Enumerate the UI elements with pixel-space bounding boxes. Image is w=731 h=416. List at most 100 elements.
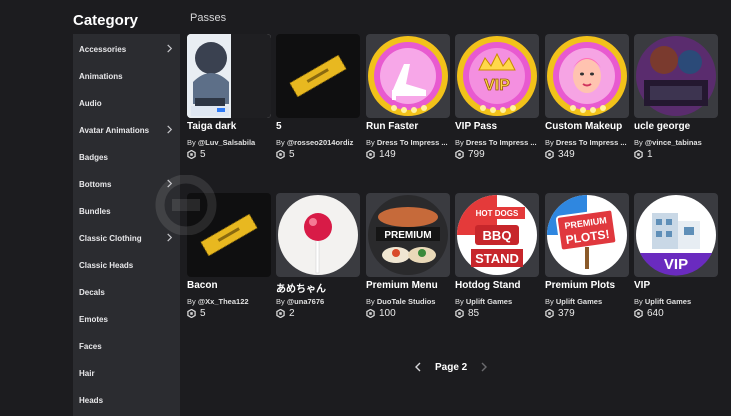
vip-house-badge: VIP [634, 193, 718, 277]
sidebar-item-label: Bottoms [79, 179, 112, 189]
item-card: ucle george By @vince_tabinas 1 [634, 34, 718, 160]
creator-name[interactable]: DuoTale Studios [377, 297, 436, 306]
sidebar-item-audio[interactable]: Audio [73, 90, 180, 116]
item-name[interactable]: Taiga dark [187, 121, 275, 132]
item-card: Taiga dark By @Luv_Salsabila 5 [187, 34, 271, 160]
lollipop-image [276, 193, 360, 277]
yellow-ticket-image [187, 193, 271, 277]
creator-name[interactable]: Dress To Impress ... [377, 138, 448, 147]
sidebar-item-classic-clothing[interactable]: Classic Clothing [73, 225, 180, 251]
by-label: By [545, 138, 554, 147]
item-creator[interactable]: By Dress To Impress ... [545, 138, 633, 147]
price-value: 1 [647, 149, 653, 160]
item-card: VIP VIP By Uplift Games 640 [634, 193, 718, 319]
chevron-right-icon[interactable] [479, 361, 489, 373]
item-thumbnail[interactable] [634, 34, 718, 118]
sidebar-item-accessories[interactable]: Accessories [73, 36, 180, 62]
item-creator[interactable]: By @Luv_Salsabila [187, 138, 275, 147]
item-thumbnail[interactable] [276, 193, 360, 277]
sidebar-item-decals[interactable]: Decals [73, 279, 180, 305]
sidebar-item-faces[interactable]: Faces [73, 333, 180, 359]
item-name[interactable]: あめちゃん [276, 280, 364, 295]
section-label-passes: Passes [190, 12, 227, 24]
chevron-right-icon [167, 179, 173, 188]
by-label: By [276, 138, 285, 147]
item-name[interactable]: Custom Makeup [545, 121, 633, 132]
item-thumbnail[interactable]: PREMIUM PLOTS! [545, 193, 629, 277]
item-name[interactable]: Premium Menu [366, 280, 454, 291]
item-creator[interactable]: By @rosseo2014ordiz [276, 138, 364, 147]
item-creator[interactable]: By Uplift Games [545, 297, 633, 306]
sidebar-item-badges[interactable]: Badges [73, 144, 180, 170]
item-creator[interactable]: By @una7676 [276, 297, 364, 306]
item-price: 5 [276, 149, 295, 160]
item-thumbnail[interactable] [545, 34, 629, 118]
robux-icon [545, 309, 554, 318]
price-value: 100 [379, 308, 396, 319]
item-card: Bacon By @Xx_Thea122 5 [187, 193, 271, 319]
item-price: 640 [634, 308, 664, 319]
creator-name[interactable]: Dress To Impress ... [556, 138, 627, 147]
item-thumbnail[interactable]: VIP [634, 193, 718, 277]
robux-icon [545, 150, 554, 159]
item-creator[interactable]: By @Xx_Thea122 [187, 297, 275, 306]
price-value: 5 [200, 149, 206, 160]
creator-name[interactable]: Uplift Games [556, 297, 602, 306]
item-creator[interactable]: By Dress To Impress ... [455, 138, 543, 147]
item-card: PREMIUM Premium Menu By DuoTale Studios … [366, 193, 450, 319]
creator-name[interactable]: Uplift Games [466, 297, 512, 306]
item-thumbnail[interactable] [187, 34, 271, 118]
item-thumbnail[interactable]: HOT DOGS BBQ STAND [455, 193, 539, 277]
sidebar-item-label: Classic Clothing [79, 233, 142, 243]
item-thumbnail[interactable]: VIP [455, 34, 539, 118]
chevron-left-icon[interactable] [413, 361, 423, 373]
item-name[interactable]: Bacon [187, 280, 275, 291]
by-label: By [366, 138, 375, 147]
sidebar-item-bundles[interactable]: Bundles [73, 198, 180, 224]
sidebar-item-label: Emotes [79, 314, 108, 324]
chevron-right-icon [167, 125, 173, 134]
vip-crown-badge: VIP [455, 34, 539, 118]
sidebar-item-avatar-animations[interactable]: Avatar Animations [73, 117, 180, 143]
creator-name[interactable]: @vince_tabinas [645, 138, 702, 147]
price-value: 2 [289, 308, 295, 319]
item-name[interactable]: 5 [276, 121, 364, 132]
robux-icon [366, 309, 375, 318]
item-name[interactable]: Hotdog Stand [455, 280, 543, 291]
creator-name[interactable]: @una7676 [287, 297, 324, 306]
sidebar-item-classic-heads[interactable]: Classic Heads [73, 252, 180, 278]
item-name[interactable]: Run Faster [366, 121, 454, 132]
sidebar-item-bottoms[interactable]: Bottoms [73, 171, 180, 197]
item-thumbnail[interactable]: PREMIUM [366, 193, 450, 277]
chevron-right-icon [167, 44, 173, 53]
sidebar-item-label: Animations [79, 71, 123, 81]
item-price: 100 [366, 308, 396, 319]
item-name[interactable]: ucle george [634, 121, 722, 132]
yellow-ticket-image [276, 34, 360, 118]
sidebar-item-animations[interactable]: Animations [73, 63, 180, 89]
creator-name[interactable]: @Xx_Thea122 [198, 297, 249, 306]
item-creator[interactable]: By Dress To Impress ... [366, 138, 454, 147]
item-creator[interactable]: By Uplift Games [634, 297, 722, 306]
creator-name[interactable]: @rosseo2014ordiz [287, 138, 354, 147]
item-creator[interactable]: By @vince_tabinas [634, 138, 722, 147]
sidebar-item-label: Audio [79, 98, 102, 108]
item-creator[interactable]: By Uplift Games [455, 297, 543, 306]
sidebar-item-heads[interactable]: Heads [73, 387, 180, 413]
creator-name[interactable]: Dress To Impress ... [466, 138, 537, 147]
item-thumbnail[interactable] [276, 34, 360, 118]
sidebar-item-emotes[interactable]: Emotes [73, 306, 180, 332]
item-creator[interactable]: By DuoTale Studios [366, 297, 454, 306]
item-name[interactable]: VIP [634, 280, 722, 291]
anime-character-image [187, 34, 271, 118]
item-name[interactable]: Premium Plots [545, 280, 633, 291]
creator-name[interactable]: Uplift Games [645, 297, 691, 306]
price-value: 5 [289, 149, 295, 160]
sidebar-item-hair[interactable]: Hair [73, 360, 180, 386]
item-thumbnail[interactable] [187, 193, 271, 277]
item-thumbnail[interactable] [366, 34, 450, 118]
item-name[interactable]: VIP Pass [455, 121, 543, 132]
price-value: 349 [558, 149, 575, 160]
item-card: VIP VIP Pass By Dress To Impress ... 799 [455, 34, 539, 160]
creator-name[interactable]: @Luv_Salsabila [198, 138, 255, 147]
